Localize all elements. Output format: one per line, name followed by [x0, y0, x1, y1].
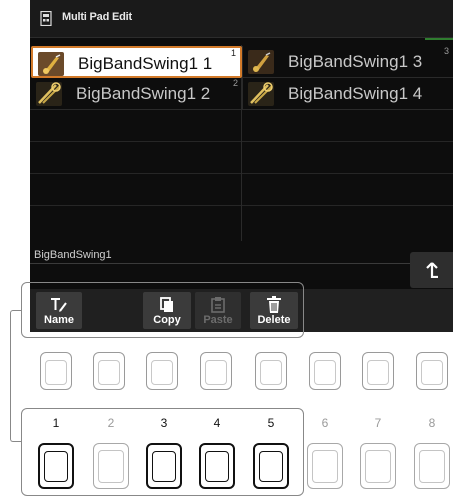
pad-label: BigBandSwing1 1 [78, 54, 213, 73]
pad-label: BigBandSwing1 3 [288, 52, 423, 71]
panel-button-lower-5[interactable] [253, 443, 289, 489]
panel-button-lower-8[interactable] [414, 443, 450, 489]
panel-button-upper-5[interactable] [255, 352, 287, 390]
saxophone-icon [248, 50, 274, 74]
panel-button-upper-6[interactable] [309, 352, 341, 390]
title-bar: Multi Pad Edit [30, 0, 453, 38]
pad-grid: BigBandSwing1 1 1 BigBandSwing1 3 3 BigB… [30, 45, 453, 241]
trombone-icon [248, 82, 274, 106]
panel-button-lower-4[interactable] [199, 443, 235, 489]
panel-button-number: 2 [107, 416, 115, 430]
pad-cell-3[interactable]: BigBandSwing1 3 3 [242, 46, 453, 78]
panel-button-lower-3[interactable] [146, 443, 182, 489]
panel-button-lower-1[interactable] [38, 443, 74, 489]
panel-button-number: 7 [374, 416, 382, 430]
figure: Multi Pad Edit BigBandSwing1 1 1 BigBand… [0, 0, 453, 499]
pad-name-display: BigBandSwing1 [34, 249, 112, 261]
pad-cell-1[interactable]: BigBandSwing1 1 1 [31, 46, 242, 78]
panel-button-number: 3 [160, 416, 168, 430]
panel-button-upper-4[interactable] [200, 352, 232, 390]
panel-button-lower-7[interactable] [360, 443, 396, 489]
panel-button-upper-2[interactable] [93, 352, 125, 390]
exit-button[interactable] [410, 252, 453, 288]
panel-button-upper-8[interactable] [416, 352, 448, 390]
pad-label: BigBandSwing1 4 [288, 84, 423, 103]
panel-button-number: 8 [428, 416, 436, 430]
pad-number: 1 [230, 48, 236, 58]
panel-button-number: 1 [52, 416, 60, 430]
pad-number: 3 [443, 46, 449, 56]
pad-label: BigBandSwing1 2 [76, 84, 211, 103]
panel-button-lower-6[interactable] [307, 443, 343, 489]
accent-line [425, 38, 453, 40]
info-divider [30, 263, 410, 264]
multipad-icon [40, 11, 52, 26]
up-arrow-icon [425, 262, 438, 278]
callout-highlight-box [21, 282, 304, 338]
panel-button-lower-2[interactable] [93, 443, 129, 489]
page-title: Multi Pad Edit [62, 11, 132, 23]
panel-button-number: 5 [267, 416, 275, 430]
panel-button-upper-3[interactable] [146, 352, 178, 390]
panel-button-upper-7[interactable] [362, 352, 394, 390]
panel-button-number: 6 [321, 416, 329, 430]
pad-number: 2 [232, 78, 238, 88]
trombone-icon [36, 82, 62, 106]
saxophone-icon [38, 52, 64, 76]
pad-cell-4[interactable]: BigBandSwing1 4 [242, 78, 453, 110]
panel-button-upper-1[interactable] [40, 352, 72, 390]
panel-button-number: 4 [213, 416, 221, 430]
pad-cell-2[interactable]: BigBandSwing1 2 2 [31, 78, 242, 110]
